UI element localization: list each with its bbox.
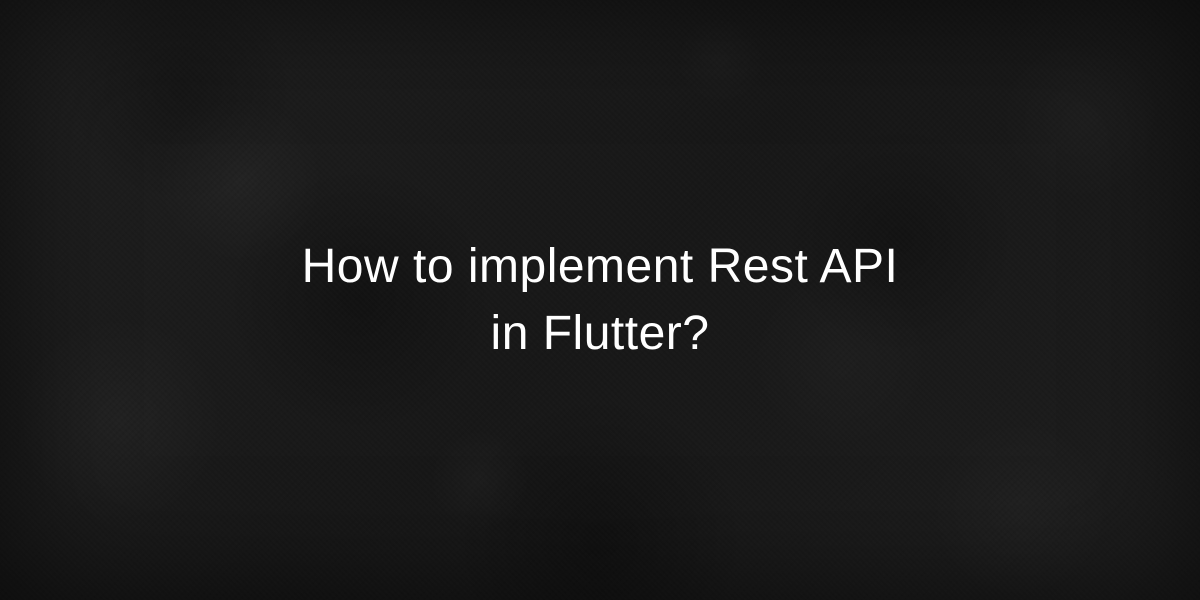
title-line-2: in Flutter?: [491, 307, 710, 360]
chalkboard-background: How to implement Rest API in Flutter?: [0, 0, 1200, 600]
title-line-1: How to implement Rest API: [302, 240, 899, 293]
main-title: How to implement Rest API in Flutter?: [302, 233, 899, 367]
